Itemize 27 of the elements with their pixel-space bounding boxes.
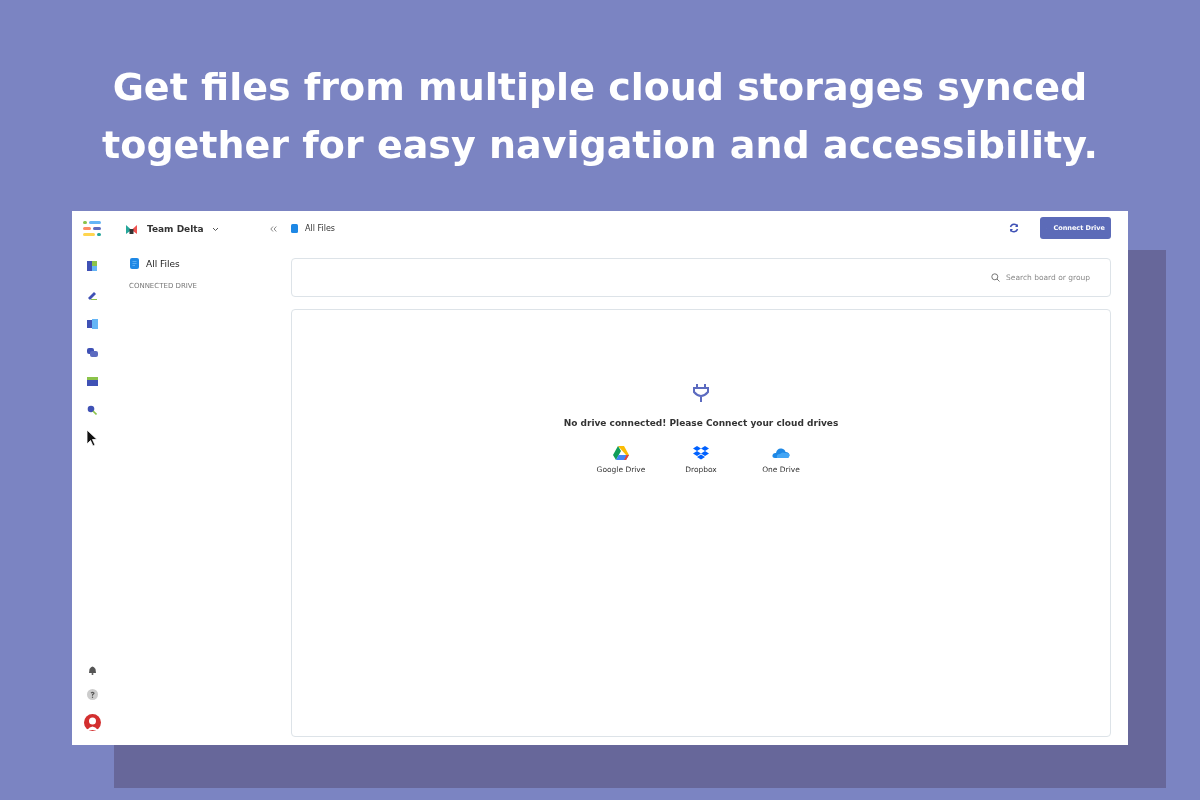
- team-logo-icon: [126, 224, 137, 234]
- cards-icon[interactable]: [86, 319, 98, 329]
- folder-icon[interactable]: [86, 377, 98, 386]
- pen-icon[interactable]: [87, 290, 97, 300]
- box-icon: [693, 446, 709, 460]
- team-name[interactable]: Team Delta: [147, 224, 204, 234]
- triangle-drive-icon: [613, 446, 629, 460]
- cursor-icon: [86, 429, 98, 447]
- breadcrumb[interactable]: All Files: [305, 223, 335, 233]
- chat-icon[interactable]: [86, 348, 98, 358]
- collapse-icon[interactable]: [270, 226, 277, 232]
- avatar-icon[interactable]: [83, 714, 101, 731]
- cloud-icon: [772, 447, 790, 459]
- refresh-icon[interactable]: [1009, 223, 1019, 233]
- empty-state-message: No drive connected! Please Connect your cloud drives: [563, 418, 839, 428]
- chevron-down-icon[interactable]: [211, 226, 219, 232]
- search-icon: [991, 273, 1000, 282]
- logo-icon: [83, 221, 101, 237]
- bell-icon[interactable]: [87, 665, 97, 675]
- file-icon: [130, 258, 139, 269]
- headline: Get files from multiple cloud storages synced together for easy navigation and accessibility.: [101, 64, 1099, 169]
- search-icon[interactable]: [87, 405, 97, 415]
- help-icon[interactable]: [86, 689, 98, 700]
- nav-item[interactable]: All Files: [130, 258, 277, 269]
- board-icon[interactable]: [87, 261, 97, 271]
- file-icon: [291, 223, 298, 233]
- plug-icon: [693, 383, 709, 403]
